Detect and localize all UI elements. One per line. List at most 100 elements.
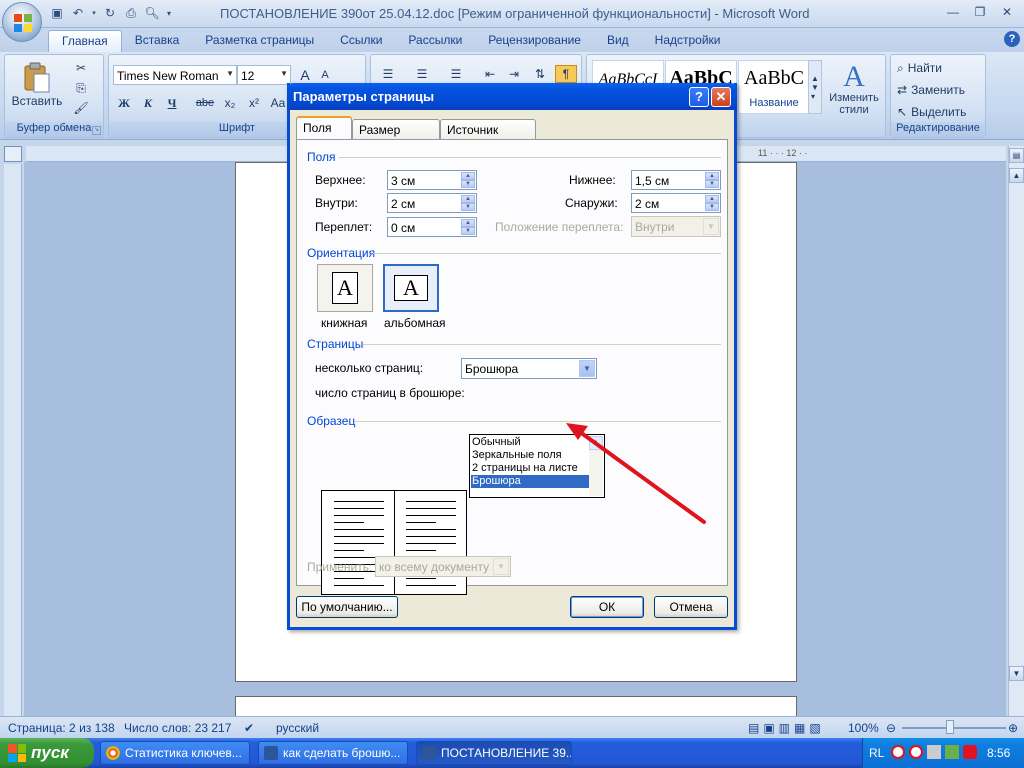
select-button[interactable]: ↖ Выделить: [897, 103, 981, 121]
shrink-font-icon[interactable]: A: [315, 65, 335, 85]
scroll-up-icon[interactable]: ▲: [589, 436, 603, 450]
undo-icon[interactable]: ↶: [69, 4, 87, 22]
top-margin-field[interactable]: 3 см ▲ ▼: [387, 170, 477, 190]
font-name-field[interactable]: Times New Roman ▼: [113, 65, 237, 85]
italic-button[interactable]: К: [137, 93, 159, 113]
portrait-button[interactable]: A: [317, 264, 373, 312]
inside-margin-field[interactable]: 2 см ▲ ▼: [387, 193, 477, 213]
scroll-down-icon[interactable]: ▼: [1009, 666, 1024, 681]
bullets-icon[interactable]: ☰: [377, 65, 399, 83]
close-icon[interactable]: ✕: [711, 87, 731, 107]
save-icon[interactable]: ▣: [48, 4, 66, 22]
chevron-down-icon[interactable]: ▼: [579, 360, 595, 377]
tab-page-layout[interactable]: Разметка страницы: [192, 30, 327, 52]
bold-button[interactable]: Ж: [113, 93, 135, 113]
redo-icon[interactable]: ↻: [101, 4, 119, 22]
landscape-label[interactable]: альбомная: [384, 316, 446, 330]
strikethrough-button[interactable]: abe: [193, 93, 217, 113]
start-button[interactable]: пуск: [0, 738, 94, 768]
zoom-out-icon[interactable]: ⊖: [886, 721, 896, 735]
tab-review[interactable]: Рецензирование: [475, 30, 594, 52]
tab-home[interactable]: Главная: [48, 30, 122, 52]
restore-button[interactable]: ❐: [967, 3, 993, 21]
font-size-field[interactable]: 12 ▼: [237, 65, 291, 85]
find-button[interactable]: ⌕ Найти: [897, 59, 981, 77]
opera-icon[interactable]: [891, 745, 905, 759]
word-count[interactable]: Число слов: 23 217: [124, 721, 231, 735]
tab-paper-size[interactable]: Размер бумаги: [352, 119, 440, 151]
copy-icon[interactable]: ⎘: [71, 79, 91, 97]
view-buttons-icon[interactable]: ▤▣▥▦▧: [748, 721, 825, 735]
change-case-icon[interactable]: Aa: [267, 93, 289, 113]
print-preview-icon[interactable]: 🔍︎: [143, 4, 161, 22]
antivirus-icon[interactable]: [963, 745, 977, 759]
style-title[interactable]: AaBbC Название: [738, 60, 810, 114]
help-icon[interactable]: ?: [689, 87, 709, 107]
portrait-label[interactable]: книжная: [321, 316, 367, 330]
customize-qat-icon[interactable]: ▾: [164, 4, 174, 22]
dialog-title-bar[interactable]: Параметры страницы ? ✕: [287, 83, 737, 110]
dropdown-option[interactable]: 2 страницы на листе: [471, 462, 589, 475]
subscript-icon[interactable]: x₂: [219, 93, 241, 113]
dropdown-option[interactable]: Зеркальные поля: [471, 449, 589, 462]
spin-buttons[interactable]: ▲ ▼: [461, 195, 475, 211]
format-painter-icon[interactable]: 🖌︎: [71, 99, 91, 117]
dialog-launcher-icon[interactable]: ↘: [92, 126, 101, 135]
minimize-button[interactable]: —: [940, 3, 966, 21]
tab-mailings[interactable]: Рассылки: [395, 30, 475, 52]
network-icon[interactable]: [927, 745, 941, 759]
multiple-pages-dropdown[interactable]: ▲ Обычный Зеркальные поля 2 страницы на ли…: [469, 434, 605, 498]
outside-margin-field[interactable]: 2 см ▲ ▼: [631, 193, 721, 213]
tab-paper-source[interactable]: Источник бумаги: [440, 119, 536, 151]
zoom-slider[interactable]: [902, 727, 1006, 729]
language-indicator[interactable]: русский: [276, 721, 319, 735]
underline-button[interactable]: Ч: [161, 93, 183, 113]
security-icon[interactable]: [945, 745, 959, 759]
taskbar-item-word-1[interactable]: как сделать брошю...: [258, 741, 408, 765]
ok-button[interactable]: ОК: [570, 596, 644, 618]
office-button[interactable]: [2, 2, 42, 42]
increase-indent-icon[interactable]: ⇥: [503, 65, 525, 83]
tab-view[interactable]: Вид: [594, 30, 642, 52]
scroll-up-icon[interactable]: ▲: [1009, 168, 1024, 183]
styles-scroll[interactable]: ▲ ▼ ▾: [808, 60, 822, 114]
superscript-icon[interactable]: x²: [243, 93, 265, 113]
spellcheck-icon[interactable]: ✔: [244, 721, 254, 735]
set-default-button[interactable]: По умолчанию...: [296, 596, 398, 618]
dropdown-option[interactable]: Обычный: [471, 436, 589, 449]
print-icon[interactable]: ⎙: [122, 4, 140, 22]
tab-addins[interactable]: Надстройки: [642, 30, 734, 52]
zoom-in-icon[interactable]: ⊕: [1008, 721, 1018, 735]
opera-icon[interactable]: [909, 745, 923, 759]
cancel-button[interactable]: Отмена: [654, 596, 728, 618]
show-marks-icon[interactable]: ¶: [555, 65, 577, 83]
paste-button[interactable]: Вставить: [12, 59, 62, 111]
cut-icon[interactable]: ✂: [71, 59, 91, 77]
vertical-scrollbar[interactable]: ▤ ▲ ▼: [1008, 146, 1024, 716]
taskbar-item-word-2[interactable]: ПОСТАНОВЛЕНИЕ 39...: [416, 741, 572, 765]
document-page[interactable]: [235, 696, 797, 716]
ruler-toggle-icon[interactable]: ▤: [1009, 148, 1024, 163]
dropdown-option[interactable]: Брошюра: [471, 475, 589, 488]
language-indicator[interactable]: RL: [869, 746, 884, 760]
gutter-field[interactable]: 0 см ▲ ▼: [387, 217, 477, 237]
spin-buttons[interactable]: ▲ ▼: [461, 172, 475, 188]
grow-font-icon[interactable]: A: [295, 65, 315, 85]
replace-button[interactable]: ⇄ Заменить: [897, 81, 981, 99]
multilevel-list-icon[interactable]: ☰: [445, 65, 467, 83]
vertical-ruler[interactable]: [4, 164, 22, 716]
tab-references[interactable]: Ссылки: [327, 30, 395, 52]
multiple-pages-select[interactable]: Брошюра ▼: [461, 358, 597, 379]
undo-dropdown-icon[interactable]: ▾: [90, 4, 98, 22]
taskbar-item-browser[interactable]: Статистика ключев...: [100, 741, 250, 765]
spin-buttons[interactable]: ▲ ▼: [705, 172, 719, 188]
sort-icon[interactable]: ⇅: [529, 65, 551, 83]
close-window-button[interactable]: ✕: [994, 3, 1020, 21]
spin-buttons[interactable]: ▲ ▼: [705, 195, 719, 211]
page-counter[interactable]: Страница: 2 из 138: [8, 721, 115, 735]
bottom-margin-field[interactable]: 1,5 см ▲ ▼: [631, 170, 721, 190]
landscape-button[interactable]: A: [383, 264, 439, 312]
decrease-indent-icon[interactable]: ⇤: [479, 65, 501, 83]
tab-margins[interactable]: Поля: [296, 116, 352, 140]
spin-buttons[interactable]: ▲ ▼: [461, 219, 475, 235]
